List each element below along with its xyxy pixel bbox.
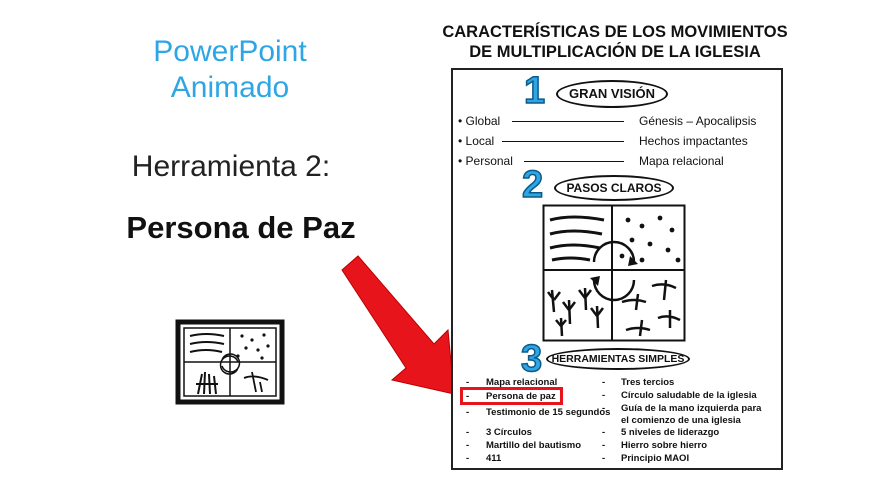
vision-row-left: • Local: [458, 134, 495, 148]
steps-thumbnail-icon: [175, 319, 285, 405]
tool-item: Círculo saludable de la iglesia: [621, 390, 757, 401]
section-3-number: 3: [520, 337, 543, 381]
section-2-number: 2: [521, 163, 544, 207]
vision-row-right: Génesis – Apocalipsis: [639, 114, 757, 128]
document-title-line-2: DE MULTIPLICACIÓN DE LA IGLESIA: [469, 43, 761, 61]
document-title: CARACTERÍSTICAS DE LOS MOVIMIENTOS DE MU…: [370, 22, 860, 62]
section-1-heading: GRAN VISIÓN: [556, 80, 668, 108]
tool-name-heading: Persona de Paz: [126, 210, 356, 245]
highlight-box: [460, 387, 563, 405]
tool-item: Testimonio de 15 segundos: [486, 407, 611, 418]
tool-item: 5 niveles de liderazgo: [621, 427, 720, 438]
document-title-line-1: CARACTERÍSTICAS DE LOS MOVIMIENTOS: [442, 23, 788, 41]
title-line-2: Animado: [170, 71, 290, 104]
vision-row-right: Mapa relacional: [639, 154, 724, 168]
dash-marker: -: [466, 453, 470, 464]
vision-row-line: [502, 141, 624, 142]
dash-marker: -: [602, 440, 606, 451]
dash-marker: -: [602, 453, 606, 464]
vision-row-line: [524, 161, 624, 162]
dash-marker: -: [602, 390, 606, 401]
dash-marker: -: [466, 407, 470, 418]
section-3-heading: HERRAMIENTAS SIMPLES: [546, 348, 690, 370]
dash-marker: -: [602, 403, 606, 414]
tool-item: Guía de la mano izquierda para el comien…: [621, 403, 762, 426]
dash-marker: -: [466, 427, 470, 438]
tool-item: Principio MAOI: [621, 453, 690, 464]
vision-row-right: Hechos impactantes: [639, 134, 748, 148]
section-2-heading: PASOS CLAROS: [554, 175, 674, 201]
vision-row-line: [512, 121, 624, 122]
title-line-1: PowerPoint: [153, 35, 307, 68]
powerpoint-title: PowerPoint Animado: [100, 34, 360, 106]
tool-number-heading: Herramienta 2:: [131, 150, 331, 183]
dash-marker: -: [466, 440, 470, 451]
vision-row-left: • Global: [458, 114, 501, 128]
vision-row-left: • Personal: [458, 154, 513, 168]
dash-marker: -: [602, 427, 606, 438]
section-1-number: 1: [523, 69, 546, 113]
dash-marker: -: [602, 377, 606, 388]
tool-item: 3 Círculos: [486, 427, 532, 438]
tool-item: Hierro sobre hierro: [621, 440, 708, 451]
four-steps-diagram-icon: [542, 204, 686, 342]
tool-item: Martillo del bautismo: [486, 440, 582, 451]
tool-item: 411: [486, 453, 502, 464]
tool-item: Tres tercios: [621, 377, 675, 388]
